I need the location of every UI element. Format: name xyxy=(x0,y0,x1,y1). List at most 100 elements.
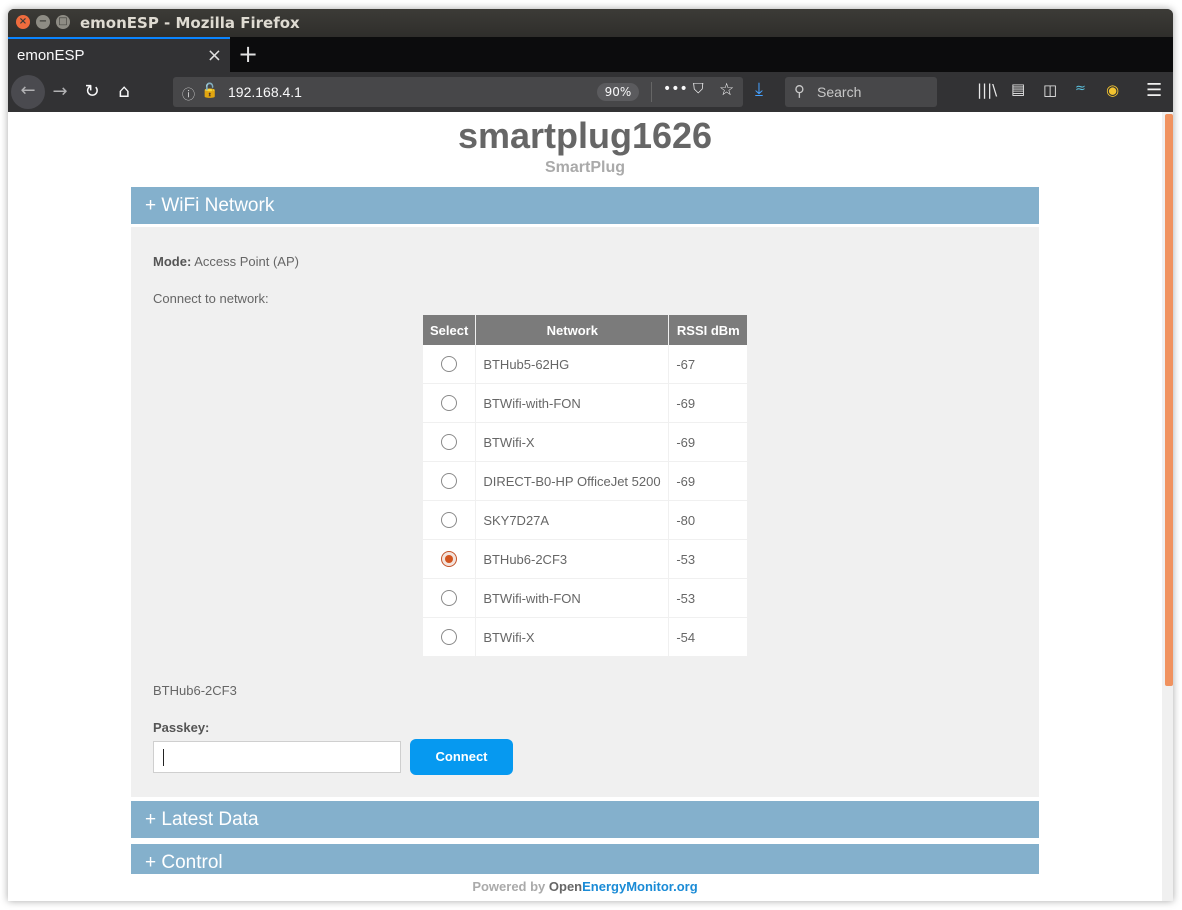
table-row[interactable]: SKY7D27A -80 xyxy=(423,500,749,540)
network-radio[interactable] xyxy=(441,473,458,490)
forward-button[interactable]: → xyxy=(47,80,73,106)
search-box[interactable]: ⚲ Search xyxy=(785,77,937,107)
select-cell[interactable] xyxy=(423,383,477,423)
select-cell[interactable] xyxy=(423,617,477,657)
column-header-rssi: RSSI dBm xyxy=(668,315,749,345)
zoom-indicator[interactable]: 90% xyxy=(597,83,639,101)
network-name: BTWifi-X xyxy=(475,617,670,657)
network-rows: BTHub5-62HG -67 BTWifi-with-FON -69 BTWifi-X… xyxy=(423,345,749,657)
network-radio[interactable] xyxy=(441,629,458,646)
network-radio[interactable] xyxy=(441,551,458,568)
footer-link-energymonitor[interactable]: EnergyMonitor.org xyxy=(582,879,698,894)
page-actions-icon[interactable]: ••• xyxy=(663,81,688,97)
passkey-input[interactable] xyxy=(153,741,401,773)
text-caret xyxy=(163,749,164,766)
title-bar: × − □ emonESP - Mozilla Firefox xyxy=(8,9,1173,37)
extension-icon[interactable]: ≈ xyxy=(1075,81,1086,96)
network-name: BTWifi-with-FON xyxy=(475,383,670,423)
browser-window: × − □ emonESP - Mozilla Firefox emonESP … xyxy=(8,9,1173,901)
tab-label: emonESP xyxy=(17,47,85,64)
wifi-section-header[interactable]: + WiFi Network xyxy=(131,187,1039,224)
back-button[interactable]: ← xyxy=(11,75,45,109)
maximize-window-button[interactable]: □ xyxy=(56,15,70,29)
page-subtitle: SmartPlug xyxy=(544,159,625,176)
page-viewport: smartplug1626 SmartPlug + WiFi Network M… xyxy=(8,112,1173,901)
select-cell[interactable] xyxy=(423,345,477,384)
reader-icon[interactable]: ▤ xyxy=(1011,80,1025,98)
insecure-lock-icon[interactable]: 🔓 xyxy=(201,83,218,99)
home-button[interactable]: ⌂ xyxy=(111,80,137,106)
passkey-label: Passkey: xyxy=(153,720,210,735)
close-window-button[interactable]: × xyxy=(16,15,30,29)
table-row[interactable]: BTWifi-with-FON -69 xyxy=(423,383,749,423)
library-icon[interactable]: |||\ xyxy=(977,81,997,99)
url-text[interactable]: 192.168.4.1 xyxy=(228,84,302,100)
network-name: DIRECT-B0-HP OfficeJet 5200 xyxy=(475,461,670,501)
connect-label: Connect to network: xyxy=(153,291,269,306)
page-scrollbar[interactable] xyxy=(1162,112,1173,901)
page-title: smartplug1626 xyxy=(457,115,713,156)
footer: Powered by OpenEnergyMonitor.org xyxy=(8,879,1162,894)
search-placeholder: Search xyxy=(817,84,862,100)
reload-button[interactable]: ↻ xyxy=(79,80,105,106)
scrollbar-thumb[interactable] xyxy=(1165,114,1173,686)
url-bar[interactable]: ⓘ 🔓 192.168.4.1 90% ••• ⛉ ☆ xyxy=(173,77,743,107)
network-rssi: -67 xyxy=(668,345,749,384)
tab-emonesp[interactable]: emonESP × xyxy=(8,37,230,72)
mode-value: Access Point (AP) xyxy=(194,254,299,269)
select-cell[interactable] xyxy=(423,578,477,618)
footer-link-open[interactable]: Open xyxy=(549,879,582,894)
wifi-section-title: + WiFi Network xyxy=(145,195,275,216)
table-row[interactable]: BTHub5-62HG -67 xyxy=(423,345,749,384)
connect-button[interactable]: Connect xyxy=(410,739,513,775)
network-radio[interactable] xyxy=(441,590,458,607)
table-row[interactable]: DIRECT-B0-HP OfficeJet 5200 -69 xyxy=(423,461,749,501)
network-rssi: -53 xyxy=(668,578,749,618)
minimize-window-button[interactable]: − xyxy=(36,15,50,29)
window-title: emonESP - Mozilla Firefox xyxy=(80,14,300,32)
network-name: BTHub5-62HG xyxy=(475,345,670,384)
select-cell[interactable] xyxy=(423,539,477,579)
control-section-header[interactable]: + Control xyxy=(131,844,1039,874)
chrome-extension-icon[interactable]: ◉ xyxy=(1106,81,1119,99)
footer-powered-by: Powered by xyxy=(472,879,549,894)
table-row[interactable]: BTHub6-2CF3 -53 xyxy=(423,539,749,579)
info-icon[interactable]: ⓘ xyxy=(182,84,195,103)
close-tab-icon[interactable]: × xyxy=(207,45,222,66)
table-row[interactable]: BTWifi-with-FON -53 xyxy=(423,578,749,618)
mode-line: Mode: Access Point (AP) xyxy=(153,254,299,269)
network-table: Select Network RSSI dBm BTHub5-62HG -67 BT… xyxy=(423,315,749,657)
bookmark-star-icon[interactable]: ☆ xyxy=(719,80,734,100)
new-tab-button[interactable]: + xyxy=(238,40,258,68)
latest-data-section-header[interactable]: + Latest Data xyxy=(131,801,1039,838)
tab-strip: emonESP × + xyxy=(8,37,1173,72)
menu-icon[interactable]: ☰ xyxy=(1146,80,1162,101)
url-bar-divider xyxy=(651,82,652,102)
network-rssi: -53 xyxy=(668,539,749,579)
wifi-section-body: Mode: Access Point (AP) Connect to netwo… xyxy=(131,227,1039,797)
network-radio[interactable] xyxy=(441,512,458,529)
select-cell[interactable] xyxy=(423,422,477,462)
select-cell[interactable] xyxy=(423,461,477,501)
download-icon[interactable]: ⤓ xyxy=(755,79,763,100)
sidebar-icon[interactable]: ◫ xyxy=(1043,81,1057,99)
nav-bar: ← → ↻ ⌂ ⓘ 🔓 192.168.4.1 90% ••• ⛉ ☆ ⤓ ⚲ … xyxy=(8,72,1173,112)
column-header-network: Network xyxy=(475,315,670,345)
network-name: BTHub6-2CF3 xyxy=(475,539,670,579)
network-name: BTWifi-with-FON xyxy=(475,578,670,618)
select-cell[interactable] xyxy=(423,500,477,540)
network-radio[interactable] xyxy=(441,395,458,412)
network-rssi: -69 xyxy=(668,461,749,501)
selected-network-text: BTHub6-2CF3 xyxy=(153,683,237,698)
table-row[interactable]: BTWifi-X -54 xyxy=(423,617,749,657)
table-row[interactable]: BTWifi-X -69 xyxy=(423,422,749,462)
network-radio[interactable] xyxy=(441,356,458,373)
pocket-icon[interactable]: ⛉ xyxy=(693,81,704,97)
column-header-select: Select xyxy=(423,315,477,345)
network-name: SKY7D27A xyxy=(475,500,670,540)
table-header-row: Select Network RSSI dBm xyxy=(423,315,749,345)
search-icon: ⚲ xyxy=(794,82,805,100)
mode-label: Mode: xyxy=(153,254,192,269)
latest-data-section-title: + Latest Data xyxy=(145,809,259,830)
network-radio[interactable] xyxy=(441,434,458,451)
